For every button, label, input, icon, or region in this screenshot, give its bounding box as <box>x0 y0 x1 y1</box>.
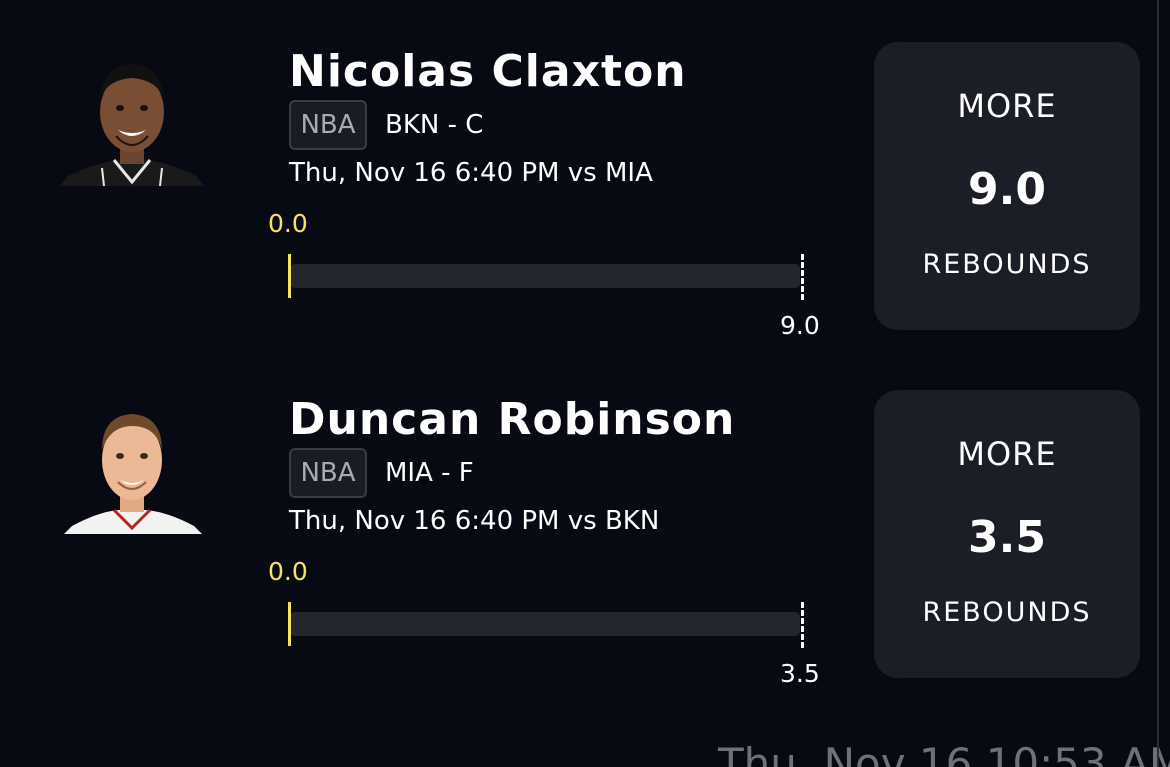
opponent: vs BKN <box>567 506 660 536</box>
scroll-edge <box>1157 0 1159 767</box>
opponent: vs MIA <box>567 158 653 188</box>
player-name: Duncan Robinson <box>289 394 736 445</box>
game-time: Thu, Nov 16 6:40 PM <box>289 158 560 188</box>
line-card[interactable]: MORE 9.0 REBOUNDS <box>874 42 1140 330</box>
game-info: Thu, Nov 16 6:40 PM vs MIA <box>289 156 653 190</box>
game-time: Thu, Nov 16 6:40 PM <box>289 506 560 536</box>
progress-target-marker <box>801 602 804 648</box>
line-choice: MORE <box>957 435 1057 473</box>
progress-current-value: 0.0 <box>268 209 308 238</box>
footer-timestamp: Thu, Nov 16 10:53 AM <box>718 739 1170 767</box>
progress-target-marker <box>801 254 804 300</box>
team-position: BKN - C <box>385 110 484 140</box>
progress-current-value: 0.0 <box>268 557 308 586</box>
line-value: 3.5 <box>968 512 1046 563</box>
player-avatar <box>58 398 206 534</box>
game-info: Thu, Nov 16 6:40 PM vs BKN <box>289 504 659 538</box>
league-badge: NBA <box>289 100 367 150</box>
pick-row[interactable]: Duncan Robinson NBA MIA - F Thu, Nov 16 … <box>0 388 1150 688</box>
line-stat: REBOUNDS <box>922 249 1092 280</box>
progress-track <box>290 612 800 636</box>
line-value: 9.0 <box>968 164 1046 215</box>
pick-list-screen: Nicolas Claxton NBA BKN - C Thu, Nov 16 … <box>0 0 1170 767</box>
line-card[interactable]: MORE 3.5 REBOUNDS <box>874 390 1140 678</box>
player-name: Nicolas Claxton <box>289 46 687 97</box>
progress-target-value: 3.5 <box>780 659 820 688</box>
progress-start-marker <box>288 254 291 298</box>
player-avatar <box>58 50 206 186</box>
line-stat: REBOUNDS <box>922 597 1092 628</box>
progress-target-value: 9.0 <box>780 311 820 340</box>
league-badge: NBA <box>289 448 367 498</box>
pick-row[interactable]: Nicolas Claxton NBA BKN - C Thu, Nov 16 … <box>0 40 1150 340</box>
team-position: MIA - F <box>385 458 474 488</box>
progress-start-marker <box>288 602 291 646</box>
line-choice: MORE <box>957 87 1057 125</box>
progress-track <box>290 264 800 288</box>
